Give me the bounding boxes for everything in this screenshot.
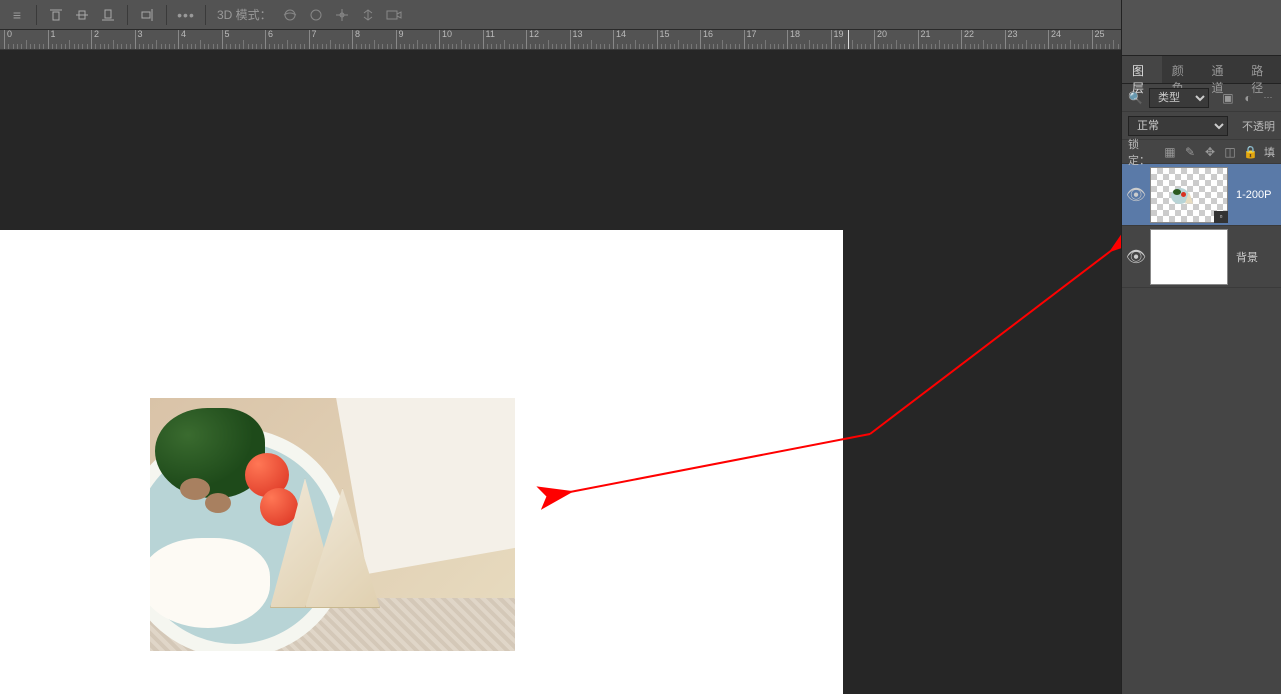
lock-pixels-icon[interactable]: ▦: [1163, 144, 1177, 160]
align-right-icon[interactable]: [135, 3, 159, 27]
align-bottom-icon[interactable]: [96, 3, 120, 27]
lock-position-icon[interactable]: ✥: [1203, 144, 1217, 160]
layer-item[interactable]: 👁 背景: [1122, 226, 1281, 288]
mushroom-graphic: [180, 478, 210, 500]
pan-3d-icon[interactable]: [330, 3, 354, 27]
roll-3d-icon[interactable]: [304, 3, 328, 27]
divider: [205, 5, 206, 25]
placed-smart-object[interactable]: [150, 398, 515, 651]
layer-item[interactable]: 👁 ▫ 1-200P: [1122, 164, 1281, 226]
camera-3d-icon[interactable]: [382, 3, 406, 27]
filter-type-select[interactable]: 类型: [1149, 88, 1209, 108]
visibility-toggle-icon[interactable]: 👁: [1122, 247, 1150, 267]
divider: [127, 5, 128, 25]
more-options-icon[interactable]: •••: [174, 3, 198, 27]
horizontal-ruler[interactable]: 0123456789101112131415161718192021222324…: [0, 30, 1121, 50]
divider: [166, 5, 167, 25]
egg-graphic: [150, 538, 270, 628]
right-panels: 图层 颜色 通道 路径 🔍 类型 ▣ ◐ ⋯ 正常 不透明 锁定： ▦ ✎ ✥ …: [1121, 0, 1281, 694]
divider: [36, 5, 37, 25]
tab-paths[interactable]: 路径: [1241, 56, 1281, 83]
options-toolbar: ≡ ••• 3D 模式：: [0, 0, 1281, 30]
tomato-graphic: [260, 488, 298, 526]
slide-3d-icon[interactable]: [356, 3, 380, 27]
filter-adjust-icon[interactable]: ◐: [1241, 90, 1255, 106]
search-icon[interactable]: 🔍: [1128, 90, 1143, 106]
panel-gap: [1122, 0, 1281, 56]
blend-mode-select[interactable]: 正常: [1128, 116, 1228, 136]
canvas-area[interactable]: [0, 50, 1121, 694]
mode-3d-label: 3D 模式：: [217, 6, 272, 23]
layer-name-label[interactable]: 背景: [1236, 249, 1258, 265]
filter-more-icon[interactable]: ⋯: [1261, 90, 1275, 106]
opacity-label: 不透明: [1242, 118, 1275, 134]
lock-all-icon[interactable]: 🔒: [1243, 144, 1258, 160]
panel-tabs: 图层 颜色 通道 路径: [1122, 56, 1281, 84]
orbit-3d-icon[interactable]: [278, 3, 302, 27]
lock-label: 锁定：: [1128, 136, 1157, 168]
align-top-icon[interactable]: [44, 3, 68, 27]
smart-object-badge-icon: ▫: [1214, 211, 1228, 223]
tab-layers[interactable]: 图层: [1122, 56, 1162, 83]
lock-row: 锁定： ▦ ✎ ✥ ◫ 🔒 填: [1122, 140, 1281, 164]
visibility-toggle-icon[interactable]: 👁: [1122, 185, 1150, 205]
panel-edge-icon[interactable]: ≡: [5, 3, 29, 27]
tab-channels[interactable]: 通道: [1202, 56, 1242, 83]
artboard[interactable]: [0, 230, 843, 694]
layer-name-label[interactable]: 1-200P: [1236, 189, 1271, 201]
layer-thumbnail[interactable]: ▫: [1150, 167, 1228, 223]
layer-thumbnail[interactable]: [1150, 229, 1228, 285]
tab-colors[interactable]: 颜色: [1162, 56, 1202, 83]
filter-image-icon[interactable]: ▣: [1221, 90, 1235, 106]
lock-artboard-icon[interactable]: ◫: [1223, 144, 1237, 160]
fill-label: 填: [1264, 144, 1275, 160]
lock-brush-icon[interactable]: ✎: [1183, 144, 1197, 160]
thumb-food-graphic: [1171, 186, 1206, 211]
align-vcenter-icon[interactable]: [70, 3, 94, 27]
mushroom-graphic: [205, 493, 231, 513]
book-graphic: [336, 398, 515, 574]
